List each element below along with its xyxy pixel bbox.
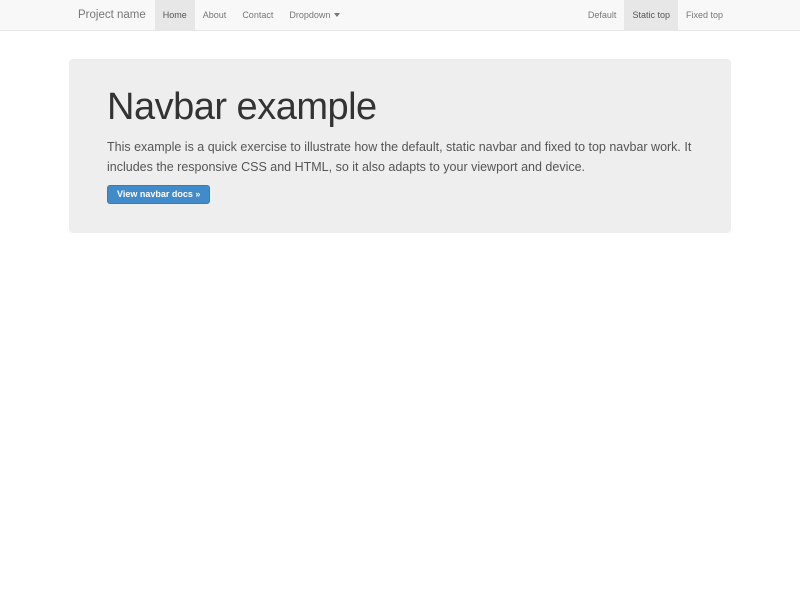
nav-item-dropdown[interactable]: Dropdown [281,0,348,30]
nav-item-fixed-top[interactable]: Fixed top [678,0,731,30]
nav-item-dropdown-label: Dropdown [289,10,330,20]
navbar-container: Project name Home About Contact Dropdown… [69,0,731,30]
nav-item-about[interactable]: About [195,0,235,30]
navbar: Project name Home About Contact Dropdown… [0,0,800,31]
view-navbar-docs-button[interactable]: View navbar docs » [107,185,210,204]
brand-link[interactable]: Project name [69,0,155,30]
nav-item-home[interactable]: Home [155,0,195,30]
jumbotron: Navbar example This example is a quick e… [69,59,731,233]
caret-down-icon [334,13,340,17]
navbar-left-group: Project name Home About Contact Dropdown [69,0,348,30]
page-title: Navbar example [107,88,693,128]
nav-item-static-top[interactable]: Static top [624,0,678,30]
page-description: This example is a quick exercise to illu… [107,137,693,177]
nav-item-contact[interactable]: Contact [234,0,281,30]
nav-item-default[interactable]: Default [580,0,625,30]
navbar-right-group: Default Static top Fixed top [580,0,731,30]
